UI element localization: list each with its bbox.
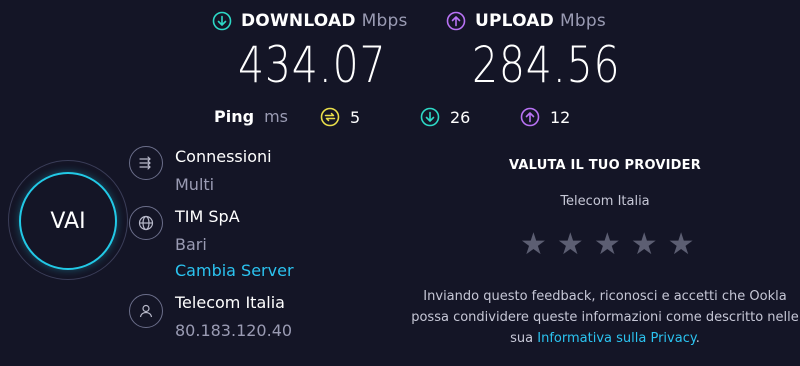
download-header: DOWNLOAD Mbps [212,11,408,31]
connections-arrows-icon [129,146,163,180]
ping-idle: 5 [320,107,360,127]
ping-upload: 12 [520,107,570,127]
feedback-disclaimer: Inviando questo feedback, riconosci e ac… [410,286,800,349]
go-button[interactable]: VAI [19,172,117,270]
ping-download: 26 [420,107,470,127]
privacy-policy-link[interactable]: Informativa sulla Privacy [537,331,695,346]
download-unit: Mbps [361,11,408,31]
upload-arrow-icon [446,11,466,31]
change-server-link[interactable]: Cambia Server [175,261,294,280]
upload-label: UPLOAD [475,11,554,31]
download-arrow-icon [212,11,232,31]
ping-idle-icon [320,107,340,127]
ping-download-icon [420,107,440,127]
ping-download-value: 26 [450,107,471,127]
rate-provider-name: Telecom Italia [560,194,650,209]
provider-name: Telecom Italia [175,293,285,312]
star-3-icon[interactable]: ★ [594,230,621,260]
ping-idle-value: 5 [350,107,361,127]
star-5-icon[interactable]: ★ [668,230,695,260]
ping-unit: ms [264,107,288,126]
star-4-icon[interactable]: ★ [631,230,658,260]
download-label: DOWNLOAD [241,11,356,31]
upload-value: 284.56 [472,36,621,94]
server-name: TIM SpA [175,207,240,226]
ping-label-group: Ping ms [214,107,288,126]
globe-icon [129,206,163,240]
upload-header: UPLOAD Mbps [446,11,606,31]
connections-value: Multi [175,175,215,194]
download-value: 434.07 [238,36,387,94]
rate-provider-title: VALUTA IL TUO PROVIDER [509,158,701,173]
ping-upload-value: 12 [550,107,571,127]
upload-unit: Mbps [559,11,606,31]
disclaimer-end: . [695,331,700,346]
ping-upload-icon [520,107,540,127]
ping-label: Ping [214,107,255,126]
server-location: Bari [175,235,207,254]
provider-ip: 80.183.120.40 [175,321,293,340]
star-2-icon[interactable]: ★ [557,230,584,260]
connections-title: Connessioni [175,147,272,166]
star-1-icon[interactable]: ★ [520,230,547,260]
star-rating: ★ ★ ★ ★ ★ [520,230,695,260]
user-icon [129,294,163,328]
